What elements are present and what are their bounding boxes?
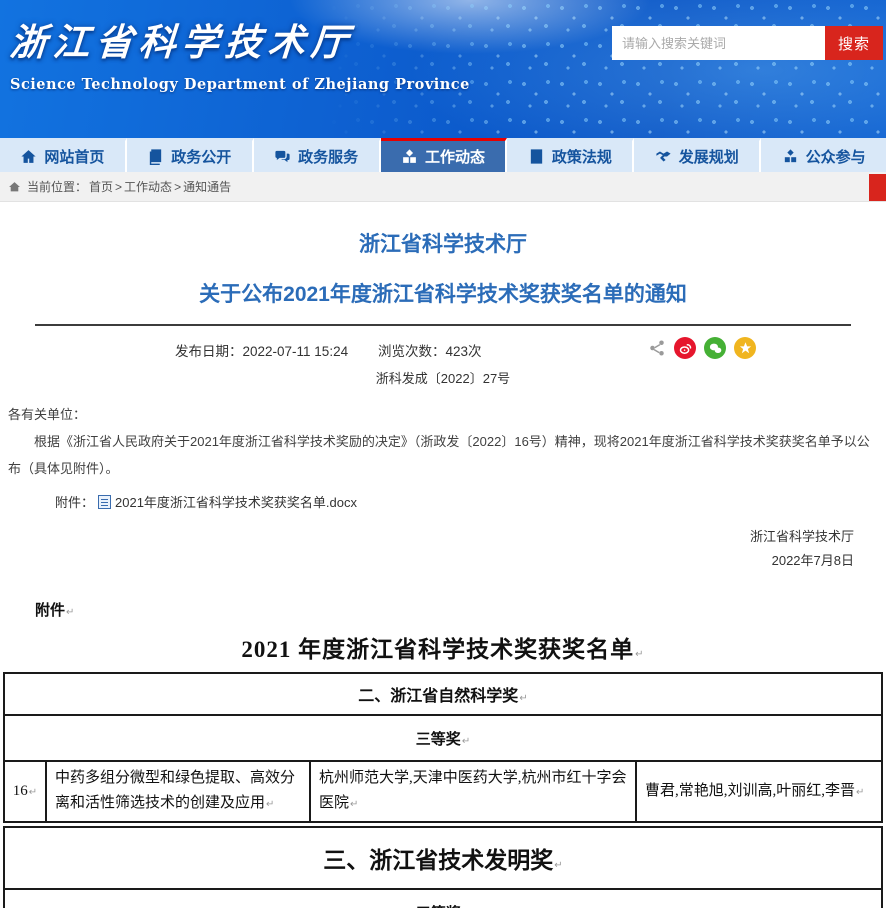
wechat-icon[interactable] (704, 337, 726, 359)
pilcrow-mark: ↵ (266, 799, 274, 810)
article-body: 各有关单位： 根据《浙江省人民政府关于2021年度浙江省科学技术奖励的决定》（浙… (0, 387, 886, 482)
grade-third-prize: 三等奖↵ (4, 889, 882, 908)
title-divider (35, 324, 851, 326)
site-logo: 浙江省科学技术厅 Science Technology Department o… (10, 12, 470, 93)
document-icon (147, 148, 164, 165)
nav-item-gov-disclosure[interactable]: 政务公开 (127, 138, 254, 172)
cell-organizations: 杭州师范大学,天津中医药大学,杭州市红十字会医院↵ (310, 761, 636, 822)
main-nav: 网站首页 政务公开 政务服务 工作动态 政策法规 (0, 138, 886, 172)
salutation: 各有关单位： (8, 401, 876, 428)
article: 浙江省科学技术厅 关于公布2021年度浙江省科学技术奖获奖名单的通知 发布日期：… (0, 202, 886, 908)
weibo-icon[interactable] (674, 337, 696, 359)
cell-awardees: 曹君,常艳旭,刘训高,叶丽红,李晋↵ (636, 761, 882, 822)
cell-serial-number: 16↵ (4, 761, 46, 822)
nav-item-label: 政务服务 (298, 146, 358, 167)
pilcrow-mark: ↵ (519, 693, 527, 704)
section-header-row: 二、浙江省自然科学奖↵ (4, 673, 882, 715)
section-heading-technical-invention: 三、浙江省技术发明奖↵ (4, 827, 882, 889)
pilcrow-mark: ↵ (29, 787, 37, 798)
pilcrow-mark: ↵ (462, 736, 470, 747)
site-logo-title: 浙江省科学技术厅 (8, 12, 472, 66)
pilcrow-mark: ↵ (635, 649, 644, 660)
site-header: 浙江省科学技术厅 Science Technology Department o… (0, 0, 886, 138)
grade-text: 三等奖 (416, 732, 461, 748)
breadcrumb-item-home[interactable]: 首页 (89, 178, 113, 195)
body-paragraph: 根据《浙江省人民政府关于2021年度浙江省科学技术奖励的决定》（浙政发〔2022… (8, 428, 876, 482)
home-icon (20, 148, 37, 165)
breadcrumb-home-icon (8, 180, 22, 193)
pilcrow-mark: ↵ (554, 860, 562, 871)
section-header-row: 三、浙江省技术发明奖↵ (4, 827, 882, 889)
view-count: 浏览次数：423次 (378, 340, 482, 360)
section-heading-natural-science: 二、浙江省自然科学奖↵ (4, 673, 882, 715)
nav-item-public-participation[interactable]: 公众参与 (761, 138, 886, 172)
share-nodes-icon[interactable] (648, 339, 666, 357)
nav-item-label: 公众参与 (806, 146, 866, 167)
document-number: 浙科发成〔2022〕27号 (0, 368, 886, 387)
publish-date: 发布日期：2022-07-11 15:24 (175, 340, 348, 360)
section-heading-text: 三、浙江省技术发明奖 (323, 848, 553, 873)
breadcrumb: 当前位置： 首页 > 工作动态 > 通知通告 (0, 172, 886, 202)
nav-item-work-news[interactable]: 工作动态 (381, 138, 508, 172)
search-button[interactable]: 搜索 (825, 26, 883, 60)
word-file-icon (98, 495, 111, 509)
share-icons-group (648, 337, 756, 359)
table-row: 16↵ 中药多组分微型和绿色提取、高效分离和活性筛选技术的创建及应用↵ 杭州师范… (4, 761, 882, 822)
breadcrumb-separator: > (115, 180, 122, 194)
chat-icon (274, 148, 291, 165)
search-box: 搜索 (612, 26, 883, 60)
breadcrumb-item-notices[interactable]: 通知通告 (183, 178, 231, 195)
awardees-text: 曹君,常艳旭,刘训高,叶丽红,李晋 (645, 783, 855, 799)
appendix-label: 附件↵ (35, 599, 886, 620)
award-list-title: 2021 年度浙江省科学技术奖获奖名单↵ (0, 630, 886, 664)
attachment-link[interactable]: 2021年度浙江省科学技术奖获奖名单.docx (98, 492, 357, 511)
award-table-natural-science: 二、浙江省自然科学奖↵ 三等奖↵ 16↵ 中药多组分微型和绿色提取、高效分离和活… (3, 672, 883, 823)
nav-item-label: 发展规划 (679, 146, 739, 167)
signature-org: 浙江省科学技术厅 (0, 525, 854, 549)
nav-item-home[interactable]: 网站首页 (0, 138, 127, 172)
appendix-label-text: 附件 (35, 602, 65, 619)
pilcrow-mark: ↵ (350, 799, 358, 810)
nav-item-gov-services[interactable]: 政务服务 (254, 138, 381, 172)
qzone-icon[interactable] (734, 337, 756, 359)
article-title-line1: 浙江省科学技术厅 (0, 202, 886, 258)
attachment-filename: 2021年度浙江省科学技术奖获奖名单.docx (115, 492, 357, 511)
blocks-icon (401, 148, 418, 165)
pilcrow-mark: ↵ (856, 787, 864, 798)
nav-item-label: 政务公开 (171, 146, 231, 167)
breadcrumb-separator: > (174, 180, 181, 194)
organizations-text: 杭州师范大学,天津中医药大学,杭州市红十字会医院 (319, 770, 627, 811)
search-input[interactable] (612, 26, 825, 60)
project-name-text: 中药多组分微型和绿色提取、高效分离和活性筛选技术的创建及应用 (55, 770, 295, 811)
grade-row: 三等奖↵ (4, 715, 882, 761)
pilcrow-mark: ↵ (66, 607, 74, 618)
participation-icon (782, 148, 799, 165)
nav-item-policies[interactable]: 政策法规 (507, 138, 634, 172)
grade-third-prize: 三等奖↵ (4, 715, 882, 761)
article-meta-row: 发布日期：2022-07-11 15:24 浏览次数：423次 (0, 332, 886, 366)
award-table-technical-invention: 三、浙江省技术发明奖↵ 三等奖↵ 6↵ 抗流感药物奥司他韦中间体合成及其关键催化… (3, 826, 883, 908)
nav-item-label: 网站首页 (44, 146, 104, 167)
signature-date: 2022年7月8日 (0, 549, 854, 573)
grade-row: 三等奖↵ (4, 889, 882, 908)
site-logo-subtitle: Science Technology Department of Zhejian… (10, 76, 470, 93)
attachment-label: 附件： (55, 492, 94, 511)
handshake-icon (655, 148, 672, 165)
nav-item-label: 政策法规 (552, 146, 612, 167)
breadcrumb-item-work-news[interactable]: 工作动态 (124, 178, 172, 195)
nav-item-development-plan[interactable]: 发展规划 (634, 138, 761, 172)
section-heading-text: 二、浙江省自然科学奖 (358, 688, 518, 705)
nav-item-label: 工作动态 (425, 146, 485, 167)
article-title-line2: 关于公布2021年度浙江省科学技术奖获奖名单的通知 (0, 258, 886, 308)
cell-project-name: 中药多组分微型和绿色提取、高效分离和活性筛选技术的创建及应用↵ (46, 761, 310, 822)
breadcrumb-prefix: 当前位置： (27, 178, 87, 195)
serial-number-text: 16 (13, 783, 28, 799)
policy-icon (528, 148, 545, 165)
award-list-title-text: 2021 年度浙江省科学技术奖获奖名单 (241, 637, 634, 662)
page: 浙江省科学技术厅 Science Technology Department o… (0, 0, 886, 908)
breadcrumb-red-block (869, 174, 886, 201)
attachment-row: 附件： 2021年度浙江省科学技术奖获奖名单.docx (0, 482, 886, 511)
signature-block: 浙江省科学技术厅 2022年7月8日 (0, 525, 886, 573)
